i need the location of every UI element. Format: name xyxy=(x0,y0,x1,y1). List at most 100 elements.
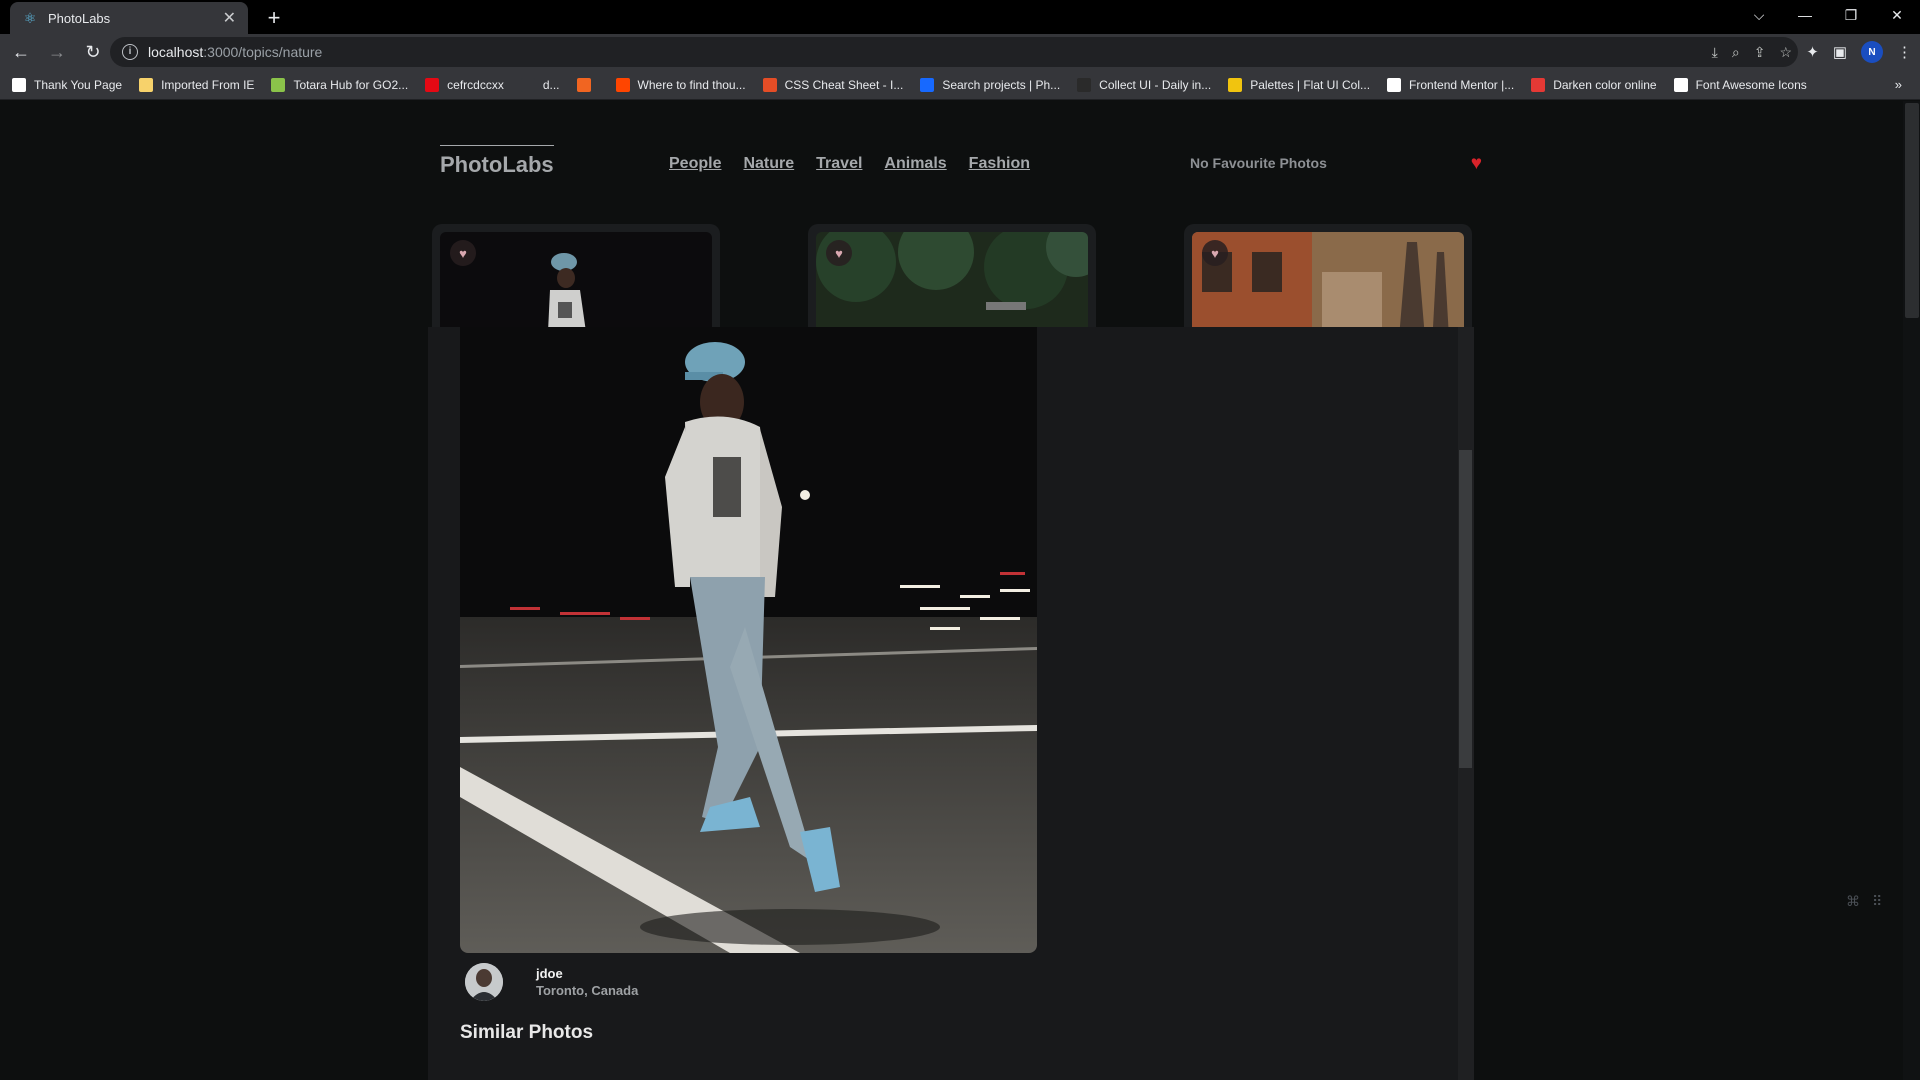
favourites-status: No Favourite Photos xyxy=(1190,155,1327,171)
bookmark-item[interactable]: Darken color online xyxy=(1531,77,1657,92)
owner-username: jdoe xyxy=(536,966,563,981)
like-heart-icon[interactable]: ♥ xyxy=(1202,240,1228,266)
bookmark-item[interactable]: Palettes | Flat UI Col... xyxy=(1228,77,1371,92)
profile-avatar[interactable]: N xyxy=(1861,41,1883,63)
bookmark-label: Palettes | Flat UI Col... xyxy=(1250,77,1371,92)
menu-icon[interactable]: ⋮ xyxy=(1897,43,1912,61)
bookmark-label: Font Awesome Icons xyxy=(1695,77,1807,92)
bookmark-item[interactable]: Thank You Page xyxy=(12,77,123,92)
close-window-icon[interactable]: ✕ xyxy=(1874,0,1920,30)
bookmark-label: Thank You Page xyxy=(34,77,123,92)
topic-link[interactable]: Fashion xyxy=(969,155,1030,173)
restore-icon[interactable]: ❐ xyxy=(1828,0,1874,30)
page-scrollbar[interactable] xyxy=(1903,101,1920,1080)
forward-icon[interactable]: → xyxy=(42,37,72,67)
bookmark-label: Imported From IE xyxy=(161,77,255,92)
topic-link[interactable]: Animals xyxy=(884,155,946,173)
bookmark-star-icon[interactable]: ☆ xyxy=(1779,44,1792,61)
github-icon xyxy=(12,77,26,92)
bookmark-label: CSS Cheat Sheet - I... xyxy=(784,77,904,92)
modal-scrollbar[interactable] xyxy=(1458,327,1474,1080)
bookmark-item[interactable]: d... xyxy=(520,77,560,92)
site-info-icon[interactable]: i xyxy=(122,44,138,60)
minimize-icon[interactable]: — xyxy=(1782,0,1828,30)
bookmarks-bar: Thank You Page Imported From IE Totara Hub… xyxy=(0,70,1920,100)
palette-icon xyxy=(1228,77,1243,92)
favourite-heart-icon[interactable]: ♥ xyxy=(1471,153,1482,175)
bookmark-label: Search projects | Ph... xyxy=(942,77,1061,92)
topic-link[interactable]: Travel xyxy=(816,155,862,173)
owner-location: Toronto, Canada xyxy=(536,983,639,998)
bookmark-label: d... xyxy=(542,77,560,92)
react-icon: ⚛ xyxy=(23,10,37,26)
bookmark-label: Darken color online xyxy=(1553,77,1657,92)
reddit-icon xyxy=(615,77,630,92)
floating-tools: ⌘ ⠿ xyxy=(1846,893,1882,910)
tab-search-icon[interactable]: ⌵ xyxy=(1736,0,1782,30)
page-scrollbar-thumb[interactable] xyxy=(1905,103,1919,318)
netflix-icon xyxy=(425,77,440,92)
bookmark-item[interactable]: Collect UI - Daily in... xyxy=(1077,77,1212,92)
new-tab-button[interactable]: + xyxy=(260,4,288,32)
css-icon xyxy=(762,77,777,92)
bookmark-item[interactable]: Search projects | Ph... xyxy=(920,77,1061,92)
install-icon[interactable]: ⤓ xyxy=(1712,44,1718,61)
toolbar-right: ✦ ▣ N ⋮ xyxy=(1806,37,1912,67)
page-viewport: PhotoLabs People Nature Travel Animals Fashi… xyxy=(0,101,1920,1080)
fontawesome-icon xyxy=(1673,77,1688,92)
back-icon[interactable]: ← xyxy=(6,37,36,67)
zoom-icon[interactable]: ⌕ xyxy=(1732,44,1740,61)
collectui-icon xyxy=(1077,77,1092,92)
topic-list: People Nature Travel Animals Fashion xyxy=(669,155,1030,173)
like-heart-icon[interactable]: ♥ xyxy=(826,240,852,266)
share-icon[interactable]: ⇪ xyxy=(1754,44,1766,61)
darken-icon xyxy=(1531,77,1546,92)
bookmark-item[interactable]: Where to find thou... xyxy=(615,77,746,92)
topic-link[interactable]: Nature xyxy=(743,155,794,173)
bookmark-item[interactable]: cefrcdccxx xyxy=(425,77,504,92)
side-panel-icon[interactable]: ▣ xyxy=(1833,43,1847,61)
browser-tab[interactable]: ⚛ PhotoLabs ✕ xyxy=(10,2,248,34)
devtools-icon[interactable]: ⌘ xyxy=(1846,893,1860,910)
folder-icon xyxy=(139,77,154,92)
bookmark-item[interactable]: Font Awesome Icons xyxy=(1673,77,1807,92)
url-host: localhost xyxy=(148,44,204,60)
totara-icon xyxy=(271,77,286,92)
frontendmentor-icon xyxy=(1387,77,1402,92)
bookmark-label: Totara Hub for GO2... xyxy=(293,77,409,92)
browser-toolbar: ← → ↻ i localhost:3000/topics/nature ⤓ ⌕… xyxy=(0,34,1920,70)
bookmark-label: Collect UI - Daily in... xyxy=(1099,77,1212,92)
more-bookmarks-icon[interactable]: » xyxy=(1895,77,1902,92)
bookmark-label: Frontend Mentor |... xyxy=(1409,77,1515,92)
url-path: :3000/topics/nature xyxy=(203,44,323,60)
bookmark-label: cefrcdccxx xyxy=(447,77,504,92)
close-icon[interactable]: ✕ xyxy=(223,8,236,28)
bookmark-item[interactable] xyxy=(576,77,599,92)
app-logo[interactable]: PhotoLabs xyxy=(440,145,554,178)
like-heart-icon[interactable]: ♥ xyxy=(450,240,476,266)
behance-icon xyxy=(920,77,935,92)
address-bar[interactable]: i localhost:3000/topics/nature ⤓ ⌕ ⇪ ☆ xyxy=(110,37,1798,67)
bookmark-item[interactable]: Totara Hub for GO2... xyxy=(271,77,409,92)
window-controls: ⌵ — ❐ ✕ xyxy=(1736,0,1920,30)
photo-owner: jdoe Toronto, Canada xyxy=(465,963,638,1001)
modal-scrollbar-thumb[interactable] xyxy=(1459,450,1472,768)
topic-link[interactable]: People xyxy=(669,155,721,173)
selected-photo xyxy=(460,327,1037,953)
similar-photos-heading: Similar Photos xyxy=(460,1022,594,1043)
extensions-icon[interactable]: ✦ xyxy=(1806,43,1819,61)
omnibox-actions: ⤓ ⌕ ⇪ ☆ xyxy=(1712,37,1792,67)
etsy-icon xyxy=(576,77,591,92)
bookmark-item[interactable]: Imported From IE xyxy=(139,77,255,92)
blank-icon xyxy=(520,77,535,92)
drag-handle-icon[interactable]: ⠿ xyxy=(1872,893,1882,910)
bookmark-item[interactable]: Frontend Mentor |... xyxy=(1387,77,1515,92)
avatar xyxy=(465,963,503,1001)
bookmark-item[interactable]: CSS Cheat Sheet - I... xyxy=(762,77,904,92)
bookmark-label: Where to find thou... xyxy=(637,77,746,92)
tab-title: PhotoLabs xyxy=(48,10,111,26)
top-navigation: PhotoLabs People Nature Travel Animals Fashi… xyxy=(440,145,1482,185)
photo-details-modal: jdoe Toronto, Canada Similar Photos xyxy=(428,327,1474,1080)
reload-icon[interactable]: ↻ xyxy=(78,37,108,67)
browser-tabbar: ⚛ PhotoLabs ✕ + ⌵ — ❐ ✕ xyxy=(0,0,1920,34)
